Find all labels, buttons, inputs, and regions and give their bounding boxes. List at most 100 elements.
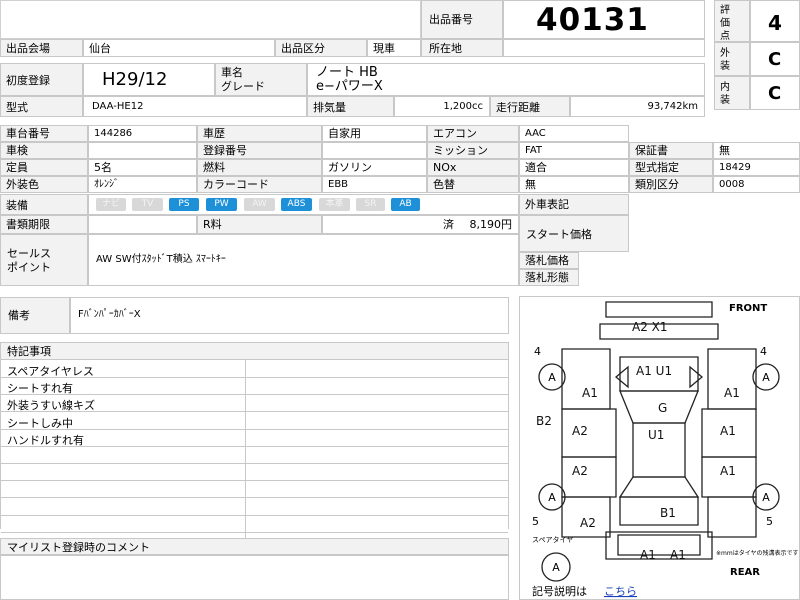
vehicle-diagram: A A A A A 4 4 5 5 FRONT REAR スペアタイヤ ※mmは… [532,301,799,598]
car-name-cell: ノート HB e−パワーX [307,63,705,96]
interior-grade-cell: C [750,76,800,110]
first-reg-value: H29/12 [102,69,168,90]
warranty-cell: 無 [713,142,800,159]
notes-row: シートしみ中 [1,411,508,430]
equipment-badge-0: ナビ [96,198,126,211]
notes-row: シートすれ有 [1,377,508,396]
remarks-cell: FﾊﾞﾝﾊﾟｰｶﾊﾞｰX [70,297,509,334]
category-label-cell: 出品区分 [275,39,367,57]
right-rear-fender-shape [707,496,757,538]
left-mirror-shape [614,365,629,389]
tire-fl-mark: A [548,371,556,384]
spare-tire-label: スペアタイヤ [532,535,573,544]
history-label: 車歴 [203,127,225,140]
equipment-badge-8: AB [391,198,420,211]
left-front-fender-shape [561,348,611,410]
damage-mark-3: A1 [724,386,740,400]
regno-label-cell: 登録番号 [197,142,322,159]
docs-cell [88,215,197,234]
exterior-label: 外装 [720,48,730,72]
left-rear-door-shape [561,456,617,498]
remarks-label: 備考 [8,309,30,322]
first-reg-cell: H29/12 [83,63,215,96]
capacity-value: 5名 [94,161,112,174]
color-change-cell: 無 [519,176,629,193]
damage-mark-9: A2 [572,464,588,478]
category-label: 出品区分 [281,42,325,55]
damage-mark-0: A2 X1 [632,320,668,334]
vehicle-diagram-box: A A A A A 4 4 5 5 FRONT REAR スペアタイヤ ※mmは… [519,296,800,600]
displacement-cell: 1,200cc [394,96,490,117]
aircon-label: エアコン [433,127,477,140]
right-mirror-shape [689,365,704,389]
rating-value-cell: 4 [750,0,800,42]
warranty-label: 保証書 [635,144,668,157]
remarks-value: FﾊﾞﾝﾊﾟｰｶﾊﾞｰX [78,309,141,320]
notes-row [1,514,508,533]
grade-label: グレード [221,80,265,93]
nox-label: NOx [433,161,457,174]
damage-mark-5: B2 [536,414,552,428]
damage-mark-7: U1 [648,428,664,442]
exterior-grade-cell: C [750,42,800,76]
foreign-label: 外車表記 [525,198,569,211]
lot-number-label: 出品番号 [429,13,473,26]
equipment-badge-4: AW [244,198,275,211]
first-reg-label-cell: 初度登録 [0,63,83,96]
fuel-label: 燃料 [203,161,225,174]
recycle-status: 済 [443,218,454,231]
equipment-label: 装備 [6,199,28,212]
equipment-label-cell: 装備 [0,194,88,215]
win-price-label-cell: 落札価格 [519,252,579,269]
recycle-cell: 済 8,190円 [322,215,519,234]
equipment-badge-1: TV [132,198,163,211]
inspection-cell [88,142,197,159]
rear-gate-shape [617,534,701,556]
rear-label: REAR [730,567,760,578]
color-code-label-cell: カラーコード [197,176,322,193]
nox-value: 適合 [525,161,547,174]
first-reg-label: 初度登録 [6,74,50,87]
rear-glass-shape [618,476,700,498]
header-left-blank [0,0,421,39]
legend-link[interactable]: こちら [604,585,637,598]
venue-cell: 仙台 [83,39,275,57]
notes-header: 特記事項 [1,343,508,360]
damage-mark-1: A1 U1 [636,364,672,378]
notes-row: ハンドルすれ有 [1,428,508,447]
legend-text: 記号説明は [532,584,587,598]
damage-mark-13: A1 [640,548,656,562]
recycle-label: R料 [203,218,222,231]
color-label-cell: 外装色 [0,176,88,193]
damage-mark-4: G [658,401,667,415]
equipment-badge-5: ABS [281,198,312,211]
tire-rl-depth: 5 [532,515,539,528]
notes-row: 外装うすい線キズ [1,394,508,413]
capacity-cell: 5名 [88,159,197,176]
mileage-label: 走行距離 [496,101,540,114]
color-code-label: カラーコード [203,178,269,191]
exterior-label-cell: 外装 [714,42,750,76]
damage-mark-8: A1 [720,424,736,438]
class-label: 類別区分 [635,178,679,191]
lot-number-label-cell: 出品番号 [421,0,503,39]
damage-mark-6: A2 [572,424,588,438]
mileage-cell: 93,742km [570,96,705,117]
mileage-value: 93,742km [647,101,698,112]
damage-mark-2: A1 [582,386,598,400]
remarks-label-cell: 備考 [0,297,70,334]
mylist-header: マイリスト登録時のコメント [0,538,509,555]
win-form-label: 落札形態 [525,271,569,284]
mission-label-cell: ミッション [427,142,519,159]
rating-value: 4 [768,11,782,35]
interior-grade: C [768,83,782,104]
nox-cell: 適合 [519,159,629,176]
tire-fl-depth: 4 [534,345,541,358]
warranty-value: 無 [719,144,730,157]
car-name-label: 車名 [221,66,243,79]
mylist-body [0,555,509,600]
fuel-label-cell: 燃料 [197,159,322,176]
front-bumper-shape [605,301,713,318]
right-front-fender-shape [707,348,757,410]
color-code-cell: EBB [322,176,427,193]
